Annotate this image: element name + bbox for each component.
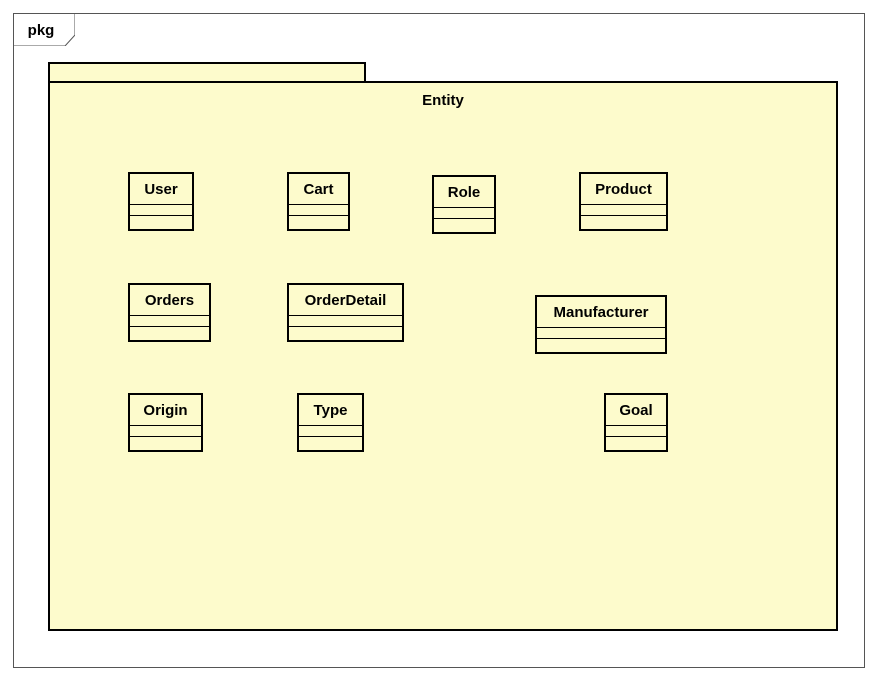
class-type[interactable]: Type — [297, 393, 364, 452]
attributes-compartment — [289, 204, 348, 215]
operations-compartment — [130, 436, 201, 449]
operations-compartment — [289, 215, 348, 228]
class-role[interactable]: Role — [432, 175, 496, 234]
class-user[interactable]: User — [128, 172, 194, 231]
operations-compartment — [581, 215, 666, 228]
frame-label: pkg — [27, 22, 55, 39]
class-name: Orders — [144, 292, 195, 309]
operations-compartment — [606, 436, 666, 449]
class-product[interactable]: Product — [579, 172, 668, 231]
attributes-compartment — [434, 207, 494, 218]
class-cart[interactable]: Cart — [287, 172, 350, 231]
attributes-compartment — [289, 315, 402, 326]
operations-compartment — [130, 326, 209, 339]
class-name: Goal — [619, 402, 653, 419]
class-name: Product — [595, 181, 652, 198]
class-name: Type — [313, 402, 348, 419]
attributes-compartment — [606, 425, 666, 436]
class-name: Manufacturer — [553, 304, 649, 321]
class-orderdetail[interactable]: OrderDetail — [287, 283, 404, 342]
attributes-compartment — [537, 327, 665, 338]
operations-compartment — [434, 218, 494, 231]
operations-compartment — [537, 338, 665, 351]
attributes-compartment — [130, 425, 201, 436]
operations-compartment — [130, 215, 192, 228]
class-manufacturer[interactable]: Manufacturer — [535, 295, 667, 354]
package-name: Entity — [422, 92, 464, 109]
class-goal[interactable]: Goal — [604, 393, 668, 452]
operations-compartment — [289, 326, 402, 339]
package-entity[interactable] — [48, 81, 838, 631]
class-name: Role — [447, 184, 481, 201]
class-name: Cart — [303, 181, 334, 198]
class-origin[interactable]: Origin — [128, 393, 203, 452]
operations-compartment — [299, 436, 362, 449]
attributes-compartment — [299, 425, 362, 436]
class-name: OrderDetail — [304, 292, 387, 309]
class-name: Origin — [143, 402, 188, 419]
class-name: User — [144, 181, 178, 198]
attributes-compartment — [130, 204, 192, 215]
attributes-compartment — [130, 315, 209, 326]
class-orders[interactable]: Orders — [128, 283, 211, 342]
attributes-compartment — [581, 204, 666, 215]
